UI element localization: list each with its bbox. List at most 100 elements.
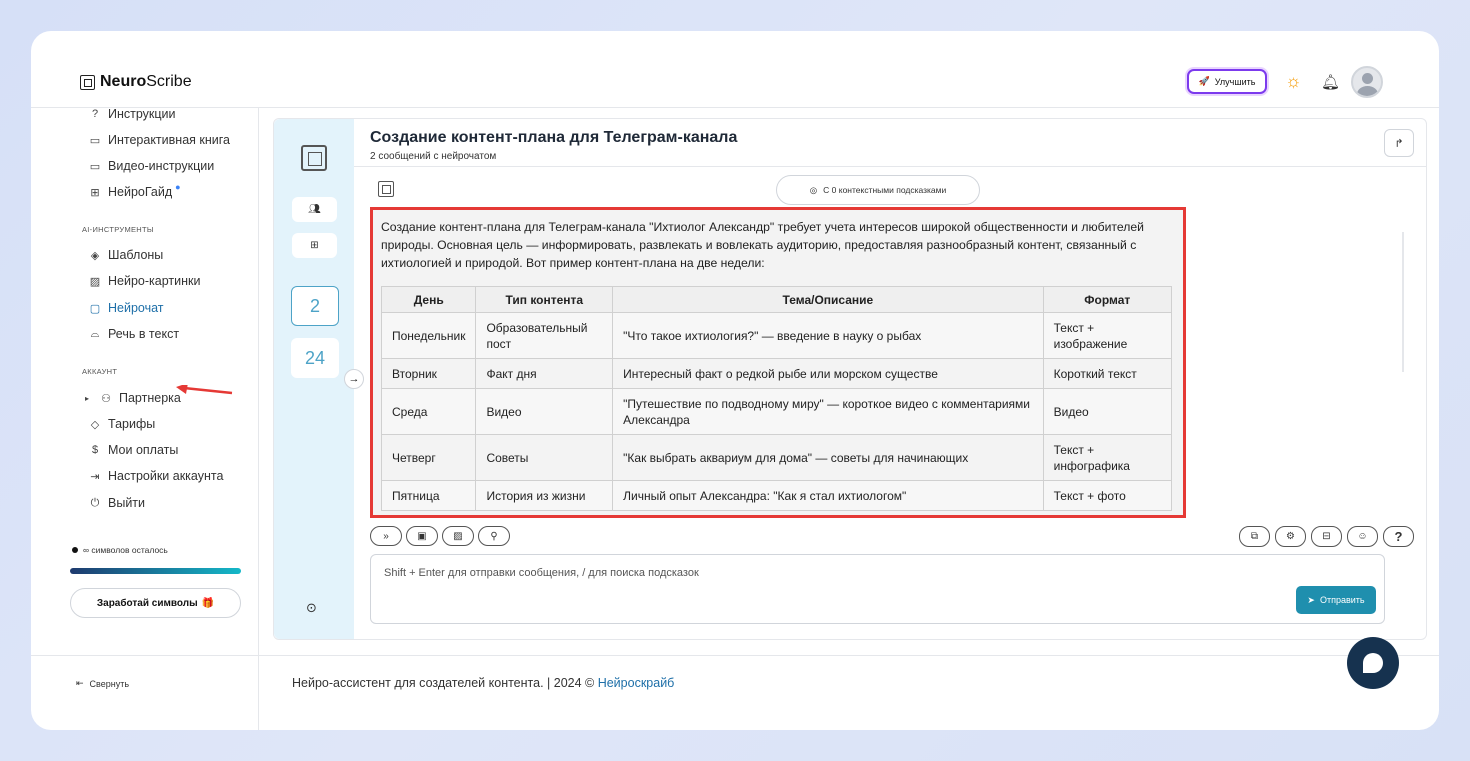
new-badge-dot: ● <box>175 182 181 192</box>
sidebar-item-label: Партнерка <box>119 391 181 405</box>
table-cell: Четверг <box>380 434 477 481</box>
sidebar: ? Инструкции ▭ Интерактивная книга ▭ Видео-… <box>31 107 259 655</box>
table-cell: Советы <box>475 434 614 481</box>
headphones-icon: ⌓ <box>90 327 100 340</box>
sidebar-item-templates[interactable]: ◈ Шаблоны <box>89 248 164 262</box>
logo-icon <box>80 74 95 90</box>
table-cell: Образовательный пост <box>475 312 614 359</box>
table-cell: Понедельник <box>380 312 477 359</box>
sidebar-item-instructions[interactable]: ? Инструкции <box>89 107 176 121</box>
context-hints-pill[interactable]: ◎ С 0 контекстными подсказками <box>776 175 980 205</box>
top-bar: Neuro Scribe 🚀 Улучшить ☼ 🔔︎ <box>31 31 1439 108</box>
support-chat-button[interactable] <box>1347 637 1399 689</box>
rocket-icon: 🚀 <box>1198 76 1210 86</box>
table-cell: "Путешествие по подводному миру" — корот… <box>612 388 1044 435</box>
collapse-button[interactable]: ⇤ Свернуть <box>76 678 129 689</box>
message-input-placeholder: Shift + Enter для отправки сообщения, / … <box>384 567 699 579</box>
send-icon: ➤ <box>1307 594 1315 605</box>
page-footer: Нейро-ассистент для создателей контента.… <box>259 655 1439 730</box>
table-cell: Видео <box>1042 388 1173 435</box>
sidebar-item-label: Нейро-картинки <box>108 274 201 288</box>
arrow-right-icon[interactable]: → <box>344 369 364 389</box>
bell-icon[interactable]: 🔔︎ <box>1321 73 1340 91</box>
expand-down-icon[interactable]: » <box>370 526 402 546</box>
magic-wand-icon[interactable]: ⚲ <box>478 526 510 546</box>
sidebar-item-speech[interactable]: ⌓ Речь в текст <box>89 327 179 341</box>
save-icon[interactable]: ▣ <box>406 526 438 546</box>
table-header-cell: Тип контента <box>475 286 614 313</box>
send-label: Отправить <box>1319 595 1365 605</box>
table-cell: Видео <box>475 388 614 435</box>
power-icon: ⏻ <box>90 496 100 509</box>
users-icon: ⚇ <box>101 392 111 405</box>
chat-icon: ▢ <box>89 302 101 315</box>
sidebar-item-label: Нейрочат <box>108 301 164 315</box>
table-row: Вторник Факт дня Интересный факт о редко… <box>380 358 1173 389</box>
table-cell: Текст + фото <box>1042 480 1173 511</box>
sidebar-item-video[interactable]: ▭ Видео-инструкции <box>89 159 214 173</box>
help-icon[interactable]: ? <box>1383 526 1414 547</box>
robot-icon[interactable]: ☺ <box>1347 526 1378 547</box>
input-tools-left: » ▣ ▨ ⚲ <box>370 526 510 546</box>
video-icon: ▭ <box>89 160 101 173</box>
sidebar-item-logout[interactable]: ⏻ Выйти <box>89 496 145 510</box>
sidebar-item-tariffs[interactable]: ◇ Тарифы <box>89 417 155 431</box>
rail-count-selected[interactable]: 2 <box>291 286 339 326</box>
puzzle-icon[interactable]: ⧉ <box>1239 526 1270 547</box>
sidebar-item-book[interactable]: ▭ Интерактивная книга <box>89 133 230 147</box>
table-row: Понедельник Образовательный пост "Что та… <box>380 312 1173 359</box>
logo[interactable]: Neuro Scribe <box>80 73 192 91</box>
palette-icon: ◎ <box>809 184 818 195</box>
sidebar-item-label: Выйти <box>108 496 146 510</box>
footer-brand-link[interactable]: Нейроскрайб <box>598 676 675 690</box>
sidebar-item-images[interactable]: ▨ Нейро-картинки <box>89 274 201 288</box>
rail-users-button[interactable]: 👥︎ <box>292 197 337 222</box>
table-cell: Короткий текст <box>1042 358 1173 389</box>
grid-icon: ⊞ <box>310 240 319 251</box>
layout-icon[interactable]: ⊟ <box>1311 526 1342 547</box>
symbols-progress-bar <box>70 568 241 574</box>
sidebar-item-settings[interactable]: ⇥ Настройки аккаунта <box>89 469 223 483</box>
sidebar-item-partner[interactable]: ▸ ⚇ Партнерка <box>81 391 181 405</box>
footer-copyright: Нейро-ассистент для создателей контента.… <box>292 676 598 690</box>
gear-icon[interactable]: ⚙ <box>1275 526 1306 547</box>
book-icon: ▭ <box>89 134 101 147</box>
sidebar-item-label: Настройки аккаунта <box>108 469 224 483</box>
table-header-cell: Тема/Описание <box>612 286 1044 313</box>
earn-symbols-button[interactable]: Заработай символы 🎁 <box>70 588 241 618</box>
theme-toggle-sun-icon[interactable]: ☼ <box>1285 71 1302 92</box>
symbols-left-text: ∞ символов осталось <box>83 545 168 555</box>
table-row: Четверг Советы "Как выбрать аквариум для… <box>380 434 1173 481</box>
sidebar-item-label: Шаблоны <box>108 248 164 262</box>
table-cell: "Что такое ихтиология?" — введение в нау… <box>612 312 1044 359</box>
sidebar-item-label: Видео-инструкции <box>108 159 215 173</box>
sidebar-item-label: НейроГайд <box>108 185 173 199</box>
sidebar-item-label: Интерактивная книга <box>108 133 230 147</box>
sidebar-item-neurochat[interactable]: ▢ Нейрочат <box>89 301 164 315</box>
chat-panel: 👥︎ ⊞ 2 24 ⊙ → Создание контент-плана для… <box>273 118 1427 640</box>
image-icon: ▨ <box>89 275 101 288</box>
guide-icon: ⊞ <box>90 186 100 199</box>
sidebar-item-guide[interactable]: ⊞ НейроГайд ● <box>89 182 181 199</box>
layers-icon: ◈ <box>90 249 100 262</box>
logo-rest-text: Scribe <box>146 73 192 90</box>
table-cell: Текст + изображение <box>1042 312 1173 359</box>
chat-title: Создание контент-плана для Телеграм-кана… <box>370 129 738 146</box>
section-account: АККАУНТ <box>82 367 118 376</box>
table-cell: Среда <box>380 388 477 435</box>
avatar[interactable] <box>1351 66 1383 98</box>
upgrade-button[interactable]: 🚀 Улучшить <box>1187 69 1267 94</box>
message-input[interactable]: Shift + Enter для отправки сообщения, / … <box>370 554 1385 624</box>
rail-target-icon[interactable]: ⊙ <box>306 600 317 616</box>
send-button[interactable]: ➤ Отправить <box>1296 586 1376 614</box>
sidebar-item-payments[interactable]: $ Мои оплаты <box>89 443 178 457</box>
rail-grid-button[interactable]: ⊞ <box>292 233 337 258</box>
scrollbar[interactable] <box>1402 232 1404 372</box>
rail-count[interactable]: 24 <box>291 338 339 378</box>
upgrade-label: Улучшить <box>1214 76 1256 87</box>
image-icon[interactable]: ▨ <box>442 526 474 546</box>
sidebar-item-label: Речь в текст <box>108 327 180 341</box>
share-button[interactable]: ↱ <box>1384 129 1414 157</box>
table-cell: Интересный факт о редкой рыбе или морско… <box>612 358 1044 389</box>
content-plan-table: День Тип контента Тема/Описание Формат П… <box>380 286 1173 511</box>
